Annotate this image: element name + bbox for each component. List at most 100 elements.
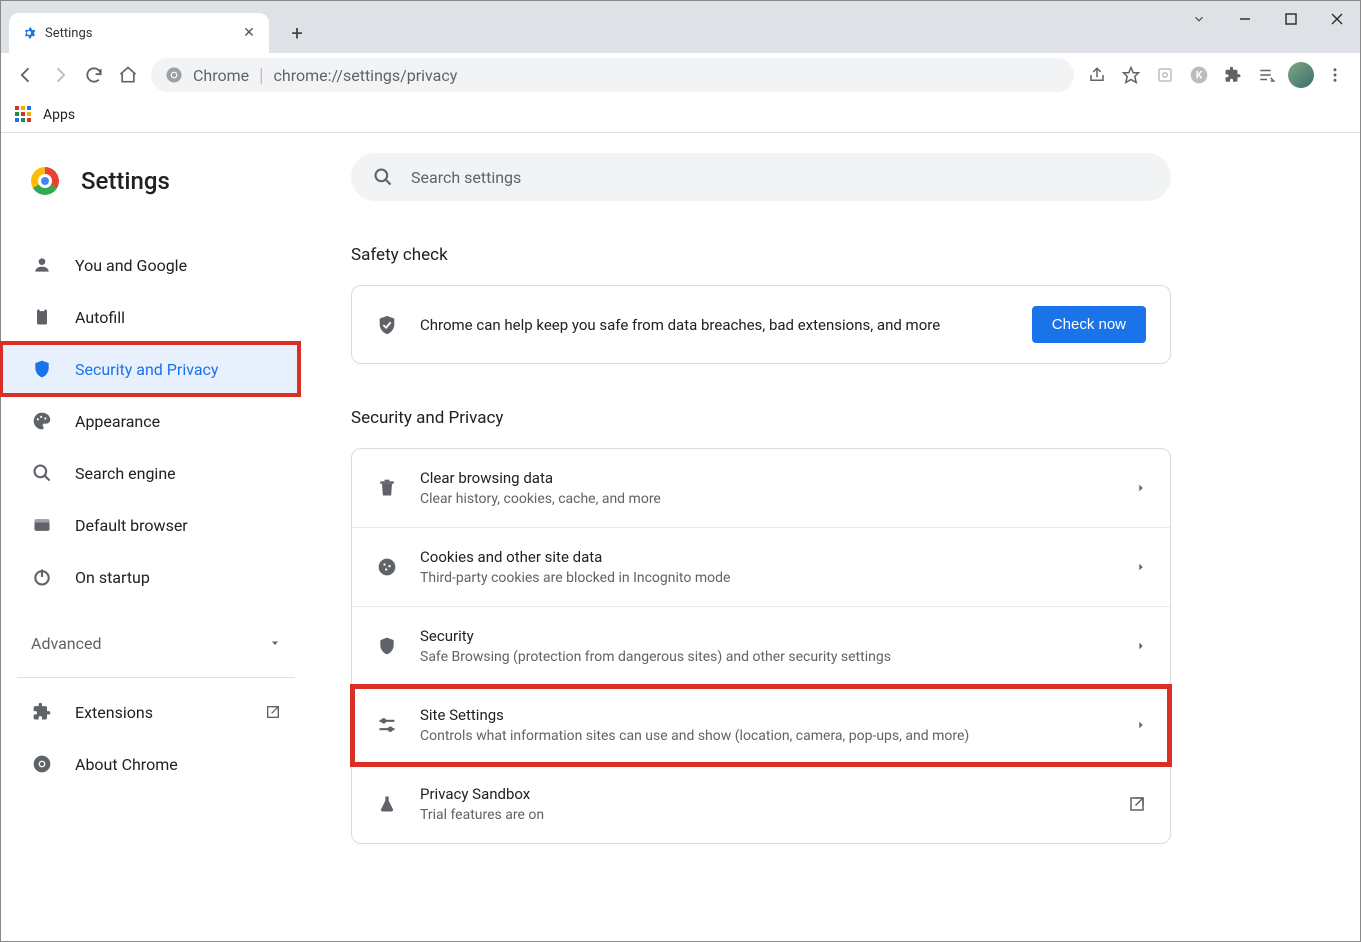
row-desc: Third-party cookies are blocked in Incog… <box>420 570 1136 586</box>
sidebar-item-appearance[interactable]: Appearance <box>1 395 299 447</box>
svg-text:K: K <box>1196 70 1203 81</box>
row-site-settings[interactable]: Site SettingsControls what information s… <box>352 686 1170 765</box>
extension-icon-2[interactable]: K <box>1182 58 1216 92</box>
external-link-icon <box>1128 795 1146 813</box>
cookie-icon <box>376 557 398 577</box>
chrome-logo-icon <box>31 167 59 195</box>
row-title: Cookies and other site data <box>420 548 1136 566</box>
sidebar-nav: You and Google Autofill Security and Pri… <box>1 239 311 603</box>
sidebar-item-label: You and Google <box>75 256 187 275</box>
settings-header: Settings <box>1 153 311 209</box>
browser-toolbar: Chrome | chrome://settings/privacy K <box>1 53 1360 97</box>
search-icon <box>373 167 393 187</box>
palette-icon <box>31 410 53 432</box>
chevron-right-icon <box>1136 718 1146 732</box>
close-icon[interactable]: ✕ <box>241 25 257 41</box>
sidebar-item-you-google[interactable]: You and Google <box>1 239 299 291</box>
back-button[interactable] <box>9 58 43 92</box>
sidebar-item-label: Security and Privacy <box>75 360 218 379</box>
settings-sidebar: Settings You and Google Autofill Securit… <box>1 133 311 941</box>
reading-list-icon[interactable] <box>1250 58 1284 92</box>
search-placeholder: Search settings <box>411 168 521 187</box>
extension-icon-1[interactable] <box>1148 58 1182 92</box>
shield-check-icon <box>376 314 398 336</box>
check-now-button[interactable]: Check now <box>1032 306 1146 343</box>
privacy-card: Clear browsing dataClear history, cookie… <box>351 448 1171 844</box>
browser-tab[interactable]: Settings ✕ <box>9 13 269 53</box>
sidebar-about[interactable]: About Chrome <box>1 738 311 790</box>
browser-icon <box>31 514 53 536</box>
clipboard-icon <box>31 306 53 328</box>
bookmarks-bar: Apps <box>1 97 1360 133</box>
sidebar-item-label: Appearance <box>75 412 160 431</box>
row-title: Clear browsing data <box>420 469 1136 487</box>
safety-row: Chrome can help keep you safe from data … <box>352 286 1170 363</box>
url-prefix: Chrome <box>193 66 249 85</box>
sidebar-item-default-browser[interactable]: Default browser <box>1 499 299 551</box>
url-text: chrome://settings/privacy <box>274 66 458 85</box>
sidebar-item-autofill[interactable]: Autofill <box>1 291 299 343</box>
home-button[interactable] <box>111 58 145 92</box>
tab-title: Settings <box>45 26 241 41</box>
new-tab-button[interactable]: + <box>281 17 313 49</box>
row-security[interactable]: Security Safe Browsing (protection from d… <box>352 607 1170 686</box>
apps-label[interactable]: Apps <box>43 107 75 123</box>
address-bar[interactable]: Chrome | chrome://settings/privacy <box>151 58 1074 92</box>
sidebar-item-label: Autofill <box>75 308 125 327</box>
sidebar-item-startup[interactable]: On startup <box>1 551 299 603</box>
reload-button[interactable] <box>77 58 111 92</box>
chrome-small-icon <box>31 753 53 775</box>
section-privacy-title: Security and Privacy <box>351 408 1298 428</box>
power-icon <box>31 566 53 588</box>
sidebar-item-label: On startup <box>75 568 150 587</box>
gear-icon <box>21 25 37 41</box>
sidebar-extensions[interactable]: Extensions <box>1 686 311 738</box>
chevron-right-icon <box>1136 639 1146 653</box>
extensions-label: Extensions <box>75 703 153 722</box>
chrome-icon <box>165 66 183 84</box>
caret-down-icon <box>269 637 281 649</box>
share-icon[interactable] <box>1080 58 1114 92</box>
menu-icon[interactable] <box>1318 58 1352 92</box>
search-icon <box>31 462 53 484</box>
row-privacy-sandbox[interactable]: Privacy SandboxTrial features are on <box>352 765 1170 843</box>
sliders-icon <box>376 715 398 735</box>
safety-card: Chrome can help keep you safe from data … <box>351 285 1171 364</box>
settings-page: Settings You and Google Autofill Securit… <box>1 133 1360 941</box>
safety-desc: Chrome can help keep you safe from data … <box>420 316 1032 334</box>
maximize-button[interactable] <box>1268 1 1314 37</box>
sidebar-item-security[interactable]: Security and Privacy <box>1 343 299 395</box>
row-cookies[interactable]: Cookies and other site data Third-party c… <box>352 528 1170 607</box>
sidebar-item-label: Default browser <box>75 516 188 535</box>
sidebar-item-search-engine[interactable]: Search engine <box>1 447 299 499</box>
row-desc: Controls what information sites can use … <box>420 728 1136 744</box>
close-window-button[interactable] <box>1314 1 1360 37</box>
minimize-button[interactable] <box>1222 1 1268 37</box>
chevron-right-icon <box>1136 560 1146 574</box>
advanced-label: Advanced <box>31 634 102 653</box>
row-desc: Trial features are on <box>420 807 1128 823</box>
sidebar-divider <box>17 677 295 678</box>
extensions-icon[interactable] <box>1216 58 1250 92</box>
shield-icon <box>376 636 398 656</box>
page-title: Settings <box>81 167 170 195</box>
row-title: Security <box>420 627 1136 645</box>
chevron-down-icon[interactable] <box>1176 1 1222 37</box>
apps-icon[interactable] <box>15 106 33 124</box>
forward-button[interactable] <box>43 58 77 92</box>
sidebar-advanced[interactable]: Advanced <box>1 617 311 669</box>
flask-icon <box>376 794 398 814</box>
sidebar-item-label: Search engine <box>75 464 176 483</box>
window-controls <box>1176 1 1360 37</box>
row-desc: Safe Browsing (protection from dangerous… <box>420 649 1136 665</box>
about-label: About Chrome <box>75 755 178 774</box>
search-settings-input[interactable]: Search settings <box>351 153 1171 201</box>
profile-avatar[interactable] <box>1288 62 1314 88</box>
star-icon[interactable] <box>1114 58 1148 92</box>
browser-titlebar: Settings ✕ + <box>1 1 1360 53</box>
puzzle-icon <box>31 701 53 723</box>
person-icon <box>31 254 53 276</box>
url-separator: | <box>259 65 263 86</box>
row-clear-browsing[interactable]: Clear browsing dataClear history, cookie… <box>352 449 1170 528</box>
external-link-icon <box>265 704 281 720</box>
